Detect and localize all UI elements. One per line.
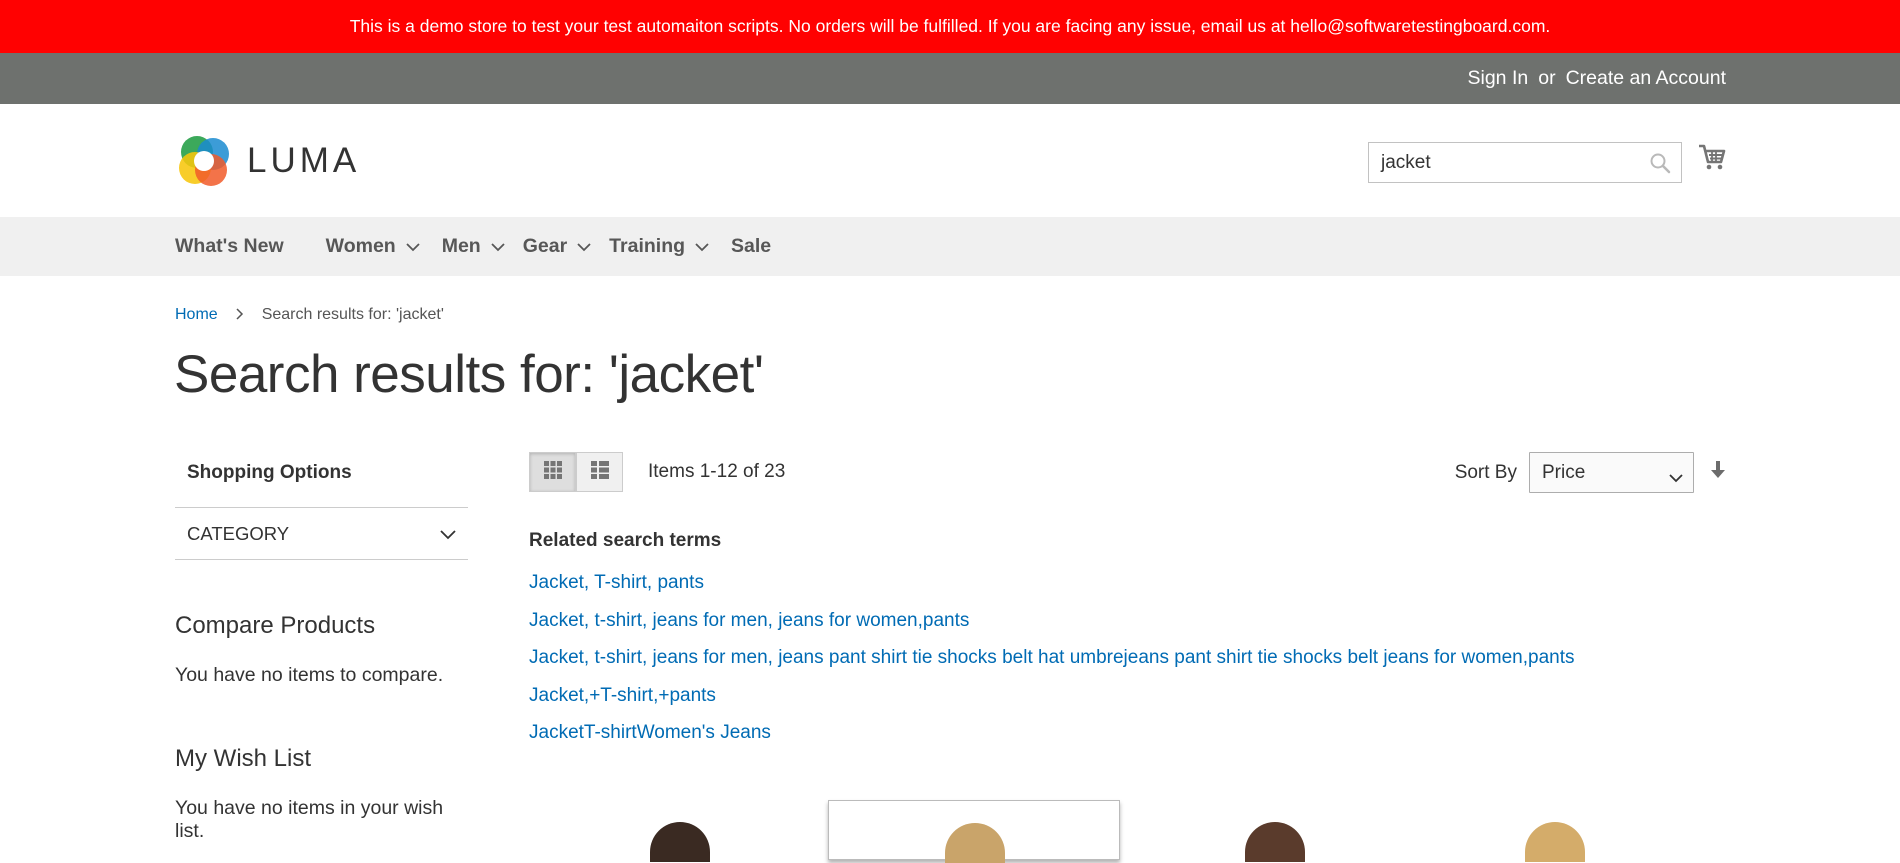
sort-direction-arrow-icon[interactable] (1710, 460, 1726, 485)
nav-item-men[interactable]: Men (442, 235, 505, 258)
wishlist-empty: You have no items in your wish list. (175, 797, 444, 842)
product-image (945, 823, 1005, 863)
search-input[interactable]: jacket (1368, 142, 1682, 183)
chevron-down-icon (1669, 467, 1683, 489)
nav-item-whats-new[interactable]: What's New (175, 235, 284, 258)
breadcrumb: Home Search results for: 'jacket' (175, 306, 444, 324)
chevron-down-icon (406, 235, 420, 258)
compare-products-title: Compare Products (175, 612, 376, 639)
account-links: Sign In or Create an Account (1468, 53, 1727, 104)
page-header: LUMA jacket (0, 104, 1900, 217)
filter-category-label: CATEGORY (187, 522, 290, 544)
luma-logo-icon (179, 136, 229, 186)
grid-view-button[interactable] (529, 452, 576, 492)
product-item[interactable] (1429, 800, 1721, 862)
chevron-down-icon (440, 523, 456, 545)
nav-label: Women (325, 235, 396, 257)
related-term-link[interactable]: Jacket, T-shirt, pants (529, 564, 1575, 602)
related-term-link[interactable]: Jacket,+T-shirt,+pants (529, 677, 1575, 715)
toolbar-amount: Items 1-12 of 23 (648, 461, 786, 482)
related-search-title: Related search terms (529, 530, 722, 551)
nav-item-gear[interactable]: Gear (523, 235, 591, 258)
demo-notice-text: This is a demo store to test your test a… (349, 16, 1551, 36)
list-icon (590, 460, 610, 485)
grid-icon (543, 460, 563, 485)
product-image (1525, 822, 1585, 862)
sort-by-value: Price (1542, 461, 1586, 483)
products-toolbar: Items 1-12 of 23 Sort By Price (529, 452, 1726, 494)
wishlist-title: My Wish List (175, 745, 312, 772)
product-item[interactable] (828, 800, 1120, 863)
demo-store-notice: This is a demo store to test your test a… (0, 0, 1900, 53)
product-item[interactable] (1129, 800, 1421, 862)
luma-logo[interactable]: LUMA (175, 132, 360, 190)
nav-item-women[interactable]: Women (326, 235, 420, 258)
product-image (650, 822, 710, 862)
sorter: Sort By Price (1455, 452, 1726, 493)
compare-products-empty: You have no items to compare. (175, 664, 444, 686)
related-term-link[interactable]: Jacket, t-shirt, jeans for men, jeans pa… (529, 639, 1575, 677)
logo-wordmark: LUMA (247, 141, 361, 180)
top-links-bar: Sign In or Create an Account (0, 53, 1900, 104)
product-grid (529, 800, 1726, 863)
chevron-down-icon (577, 235, 591, 258)
cart-icon[interactable] (1697, 142, 1727, 177)
product-image (1245, 822, 1305, 862)
nav-label: Training (609, 235, 686, 257)
related-term-link[interactable]: Jacket, t-shirt, jeans for men, jeans fo… (529, 602, 1575, 640)
breadcrumb-current: Search results for: 'jacket' (261, 306, 444, 323)
page-title: Search results for: 'jacket' (174, 345, 764, 404)
nav-item-sale[interactable]: Sale (731, 235, 771, 258)
create-account-link[interactable]: Create an Account (1566, 67, 1726, 90)
search-input-value: jacket (1381, 151, 1431, 173)
sort-by-label: Sort By (1454, 461, 1517, 483)
nav-label: Sale (731, 235, 772, 257)
nav-label: What's New (175, 235, 284, 257)
nav-label: Gear (522, 235, 568, 257)
related-search-terms: Related search terms Jacket, T-shirt, pa… (529, 530, 1575, 752)
or-separator: or (1538, 67, 1556, 89)
nav-item-training[interactable]: Training (609, 235, 709, 258)
related-term-link[interactable]: JacketT-shirtWomen's Jeans (529, 714, 1575, 752)
sidebar: Shopping Options CATEGORY Compare Produc… (175, 452, 468, 843)
main-navigation: What's New Women Men Gear Training Sale (0, 217, 1900, 276)
sign-in-link[interactable]: Sign In (1468, 67, 1529, 90)
breadcrumb-home-link[interactable]: Home (175, 306, 218, 324)
filter-category[interactable]: CATEGORY (175, 508, 468, 560)
chevron-down-icon (491, 235, 505, 258)
shopping-options-title: Shopping Options (175, 452, 468, 508)
search-icon[interactable] (1649, 152, 1671, 180)
chevron-right-icon (236, 307, 244, 323)
chevron-down-icon (695, 235, 709, 258)
product-item[interactable] (529, 800, 821, 862)
nav-label: Men (441, 235, 481, 257)
sort-by-select[interactable]: Price (1529, 452, 1694, 493)
list-view-button[interactable] (576, 452, 623, 492)
view-modes (529, 452, 623, 492)
